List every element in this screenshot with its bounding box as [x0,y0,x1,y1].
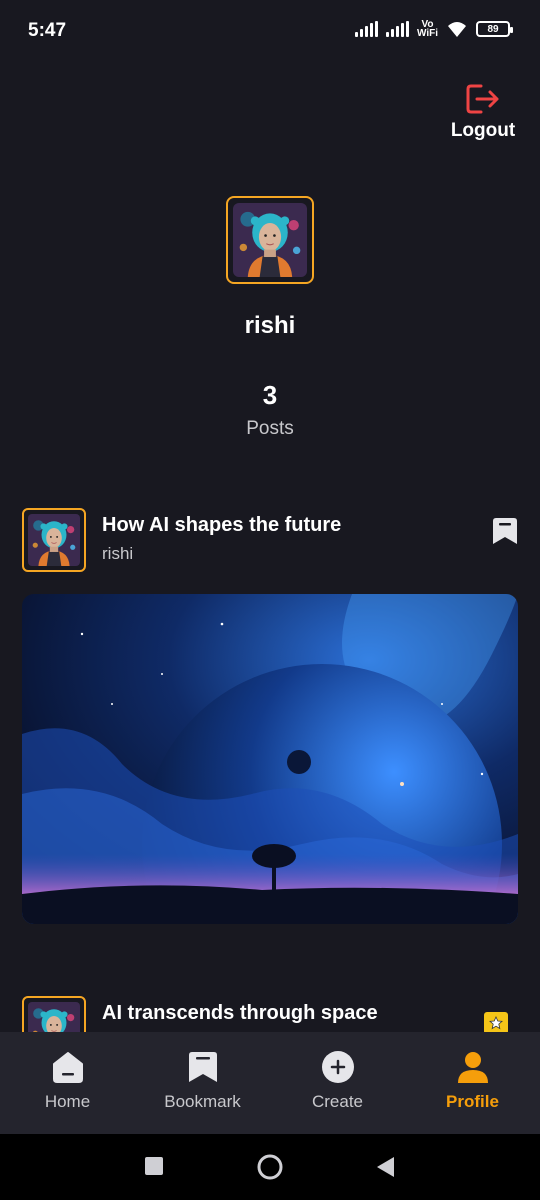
battery-icon: 89 [476,21,513,37]
nav-bookmark[interactable]: Bookmark [135,1032,270,1134]
battery-level: 89 [487,23,499,35]
logout-label: Logout [450,120,516,141]
vowifi-label: Vo WiFi [416,19,438,39]
status-bar: 5:47 Vo WiFi 89 [0,0,540,62]
star-badge-icon[interactable] [484,1012,508,1032]
post-author-avatar[interactable] [22,508,86,572]
signal-icon [354,21,378,37]
nav-home-label: Home [44,1092,91,1111]
post-card[interactable]: How AI shapes the future rishi [22,508,518,928]
wifi-icon [448,22,466,37]
post-title[interactable]: AI transcends through space [102,1002,378,1025]
signal-icon [385,21,409,37]
logout-icon [466,84,499,114]
post-count: 3 [262,380,278,410]
nav-bookmark-label: Bookmark [164,1092,241,1111]
recents-button[interactable] [144,1156,164,1181]
post-image[interactable] [22,594,518,924]
nav-create-label: Create [311,1092,364,1111]
post-author: rishi [102,544,134,563]
home-icon [52,1052,83,1083]
nav-create[interactable]: Create [270,1032,405,1134]
nav-profile-label: Profile [446,1092,499,1111]
profile-name: rishi [244,312,296,339]
status-time: 5:47 [28,20,67,41]
square-icon [145,1157,163,1175]
user-icon [457,1052,488,1083]
profile-screen: 5:47 Vo WiFi 89 Logout rishi 3 Posts How… [0,0,540,1200]
post-author-avatar[interactable] [22,996,86,1032]
post-card[interactable]: AI transcends through space [22,996,518,1032]
back-triangle-icon [377,1157,394,1177]
profile-avatar[interactable] [226,196,314,284]
nav-home[interactable]: Home [0,1032,135,1134]
post-title[interactable]: How AI shapes the future [102,514,341,537]
plus-circle-icon [321,1051,354,1083]
back-button[interactable] [376,1156,396,1183]
circle-icon [257,1154,283,1180]
ai-woman-avatar-icon [28,1002,80,1032]
bookmark-icon [493,518,517,544]
bottom-nav: Home Bookmark Create Profile [0,1032,540,1134]
space-planet-nebula-image [22,594,518,924]
logout-button[interactable]: Logout [448,82,518,142]
system-nav-bar [0,1134,540,1200]
ai-woman-avatar-icon [233,203,307,277]
bookmark-button[interactable] [492,516,518,551]
nav-profile[interactable]: Profile [405,1032,540,1134]
home-system-button[interactable] [257,1154,283,1185]
status-icons: Vo WiFi 89 [354,19,513,39]
ai-woman-avatar-icon [28,514,80,566]
bookmark-icon [188,1052,217,1082]
post-count-label: Posts [246,418,294,439]
